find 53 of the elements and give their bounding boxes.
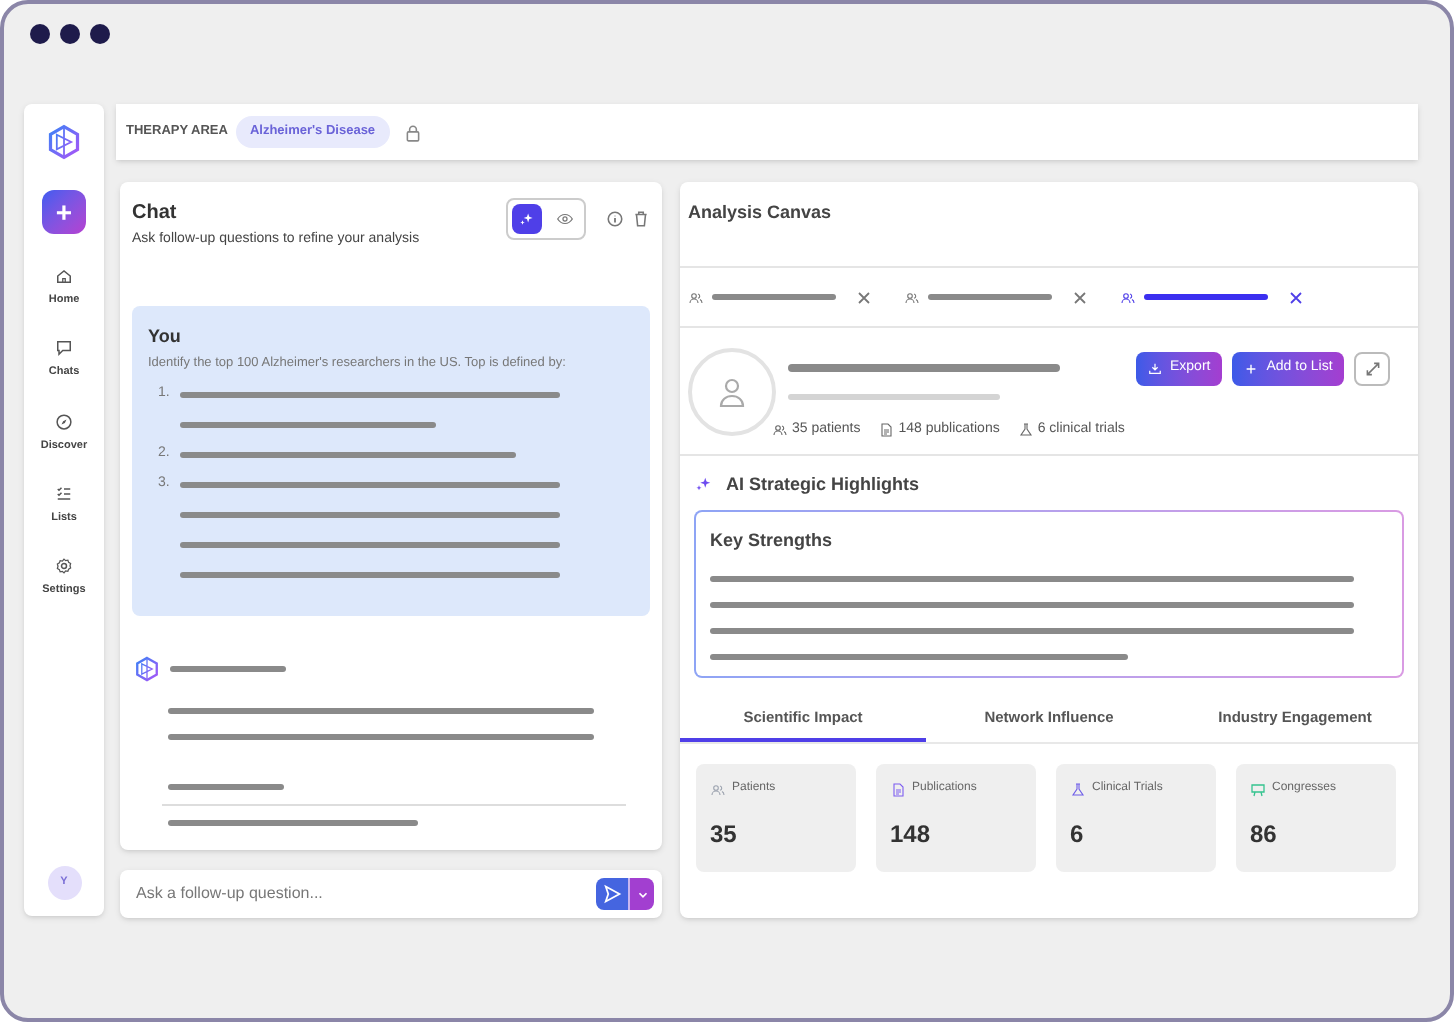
profile-tab[interactable] (688, 289, 872, 305)
flask-icon (1017, 422, 1034, 439)
chat-title: Chat (132, 200, 179, 228)
card-title: Key Strengths (710, 528, 835, 554)
expand-icon (1363, 360, 1382, 378)
send-options-button[interactable] (628, 878, 654, 910)
profile-tab[interactable] (1120, 289, 1304, 305)
hexagon-logo-icon (134, 655, 160, 681)
metric-value: 6 (1070, 818, 1086, 852)
highlights-title: AI Strategic Highlights (726, 471, 920, 498)
info-icon[interactable] (606, 210, 624, 228)
plus-icon (1244, 362, 1259, 376)
close-icon[interactable] (856, 289, 872, 305)
people-icon (1120, 289, 1136, 305)
document-icon (890, 781, 906, 797)
follow-up-input[interactable]: Ask a follow-up question... (120, 870, 662, 918)
sparkle-icon (694, 474, 714, 495)
canvas-title: Analysis Canvas (686, 200, 834, 226)
download-icon (1148, 362, 1162, 376)
trash-icon[interactable] (632, 210, 650, 228)
eye-icon (556, 210, 574, 228)
flask-icon (1070, 781, 1086, 797)
people-icon (710, 781, 726, 797)
expand-button[interactable] (1354, 352, 1391, 386)
close-icon[interactable] (1072, 289, 1088, 305)
chevron-down-icon (635, 887, 649, 901)
placeholder-line (168, 783, 284, 789)
settings-icon (53, 556, 74, 576)
new-button[interactable]: + (42, 190, 86, 234)
people-icon (904, 289, 920, 305)
people-icon (688, 289, 704, 305)
message-author: You (148, 323, 183, 349)
person-icon (716, 376, 748, 408)
people-icon (772, 422, 788, 439)
metric-value: 35 (710, 818, 739, 852)
checklist-icon (54, 483, 74, 504)
lock-icon (403, 123, 422, 141)
ai-mode-button[interactable] (512, 204, 542, 234)
placeholder-line (170, 665, 286, 671)
close-icon[interactable] (1288, 289, 1304, 305)
chat-bubble-icon (54, 338, 74, 359)
sparkle-icon (518, 210, 536, 228)
hexagon-logo-icon (46, 124, 82, 160)
question-field[interactable]: Ask a follow-up question... (136, 882, 596, 906)
send-button[interactable] (596, 878, 628, 910)
presentation-board-icon (1250, 781, 1266, 797)
compass-icon (54, 411, 74, 431)
metric-value: 148 (890, 818, 933, 852)
metric-value: 86 (1250, 818, 1279, 852)
home-icon (54, 266, 74, 286)
send-icon (602, 884, 622, 904)
document-icon (878, 422, 895, 439)
profile-tab[interactable] (904, 289, 1088, 305)
